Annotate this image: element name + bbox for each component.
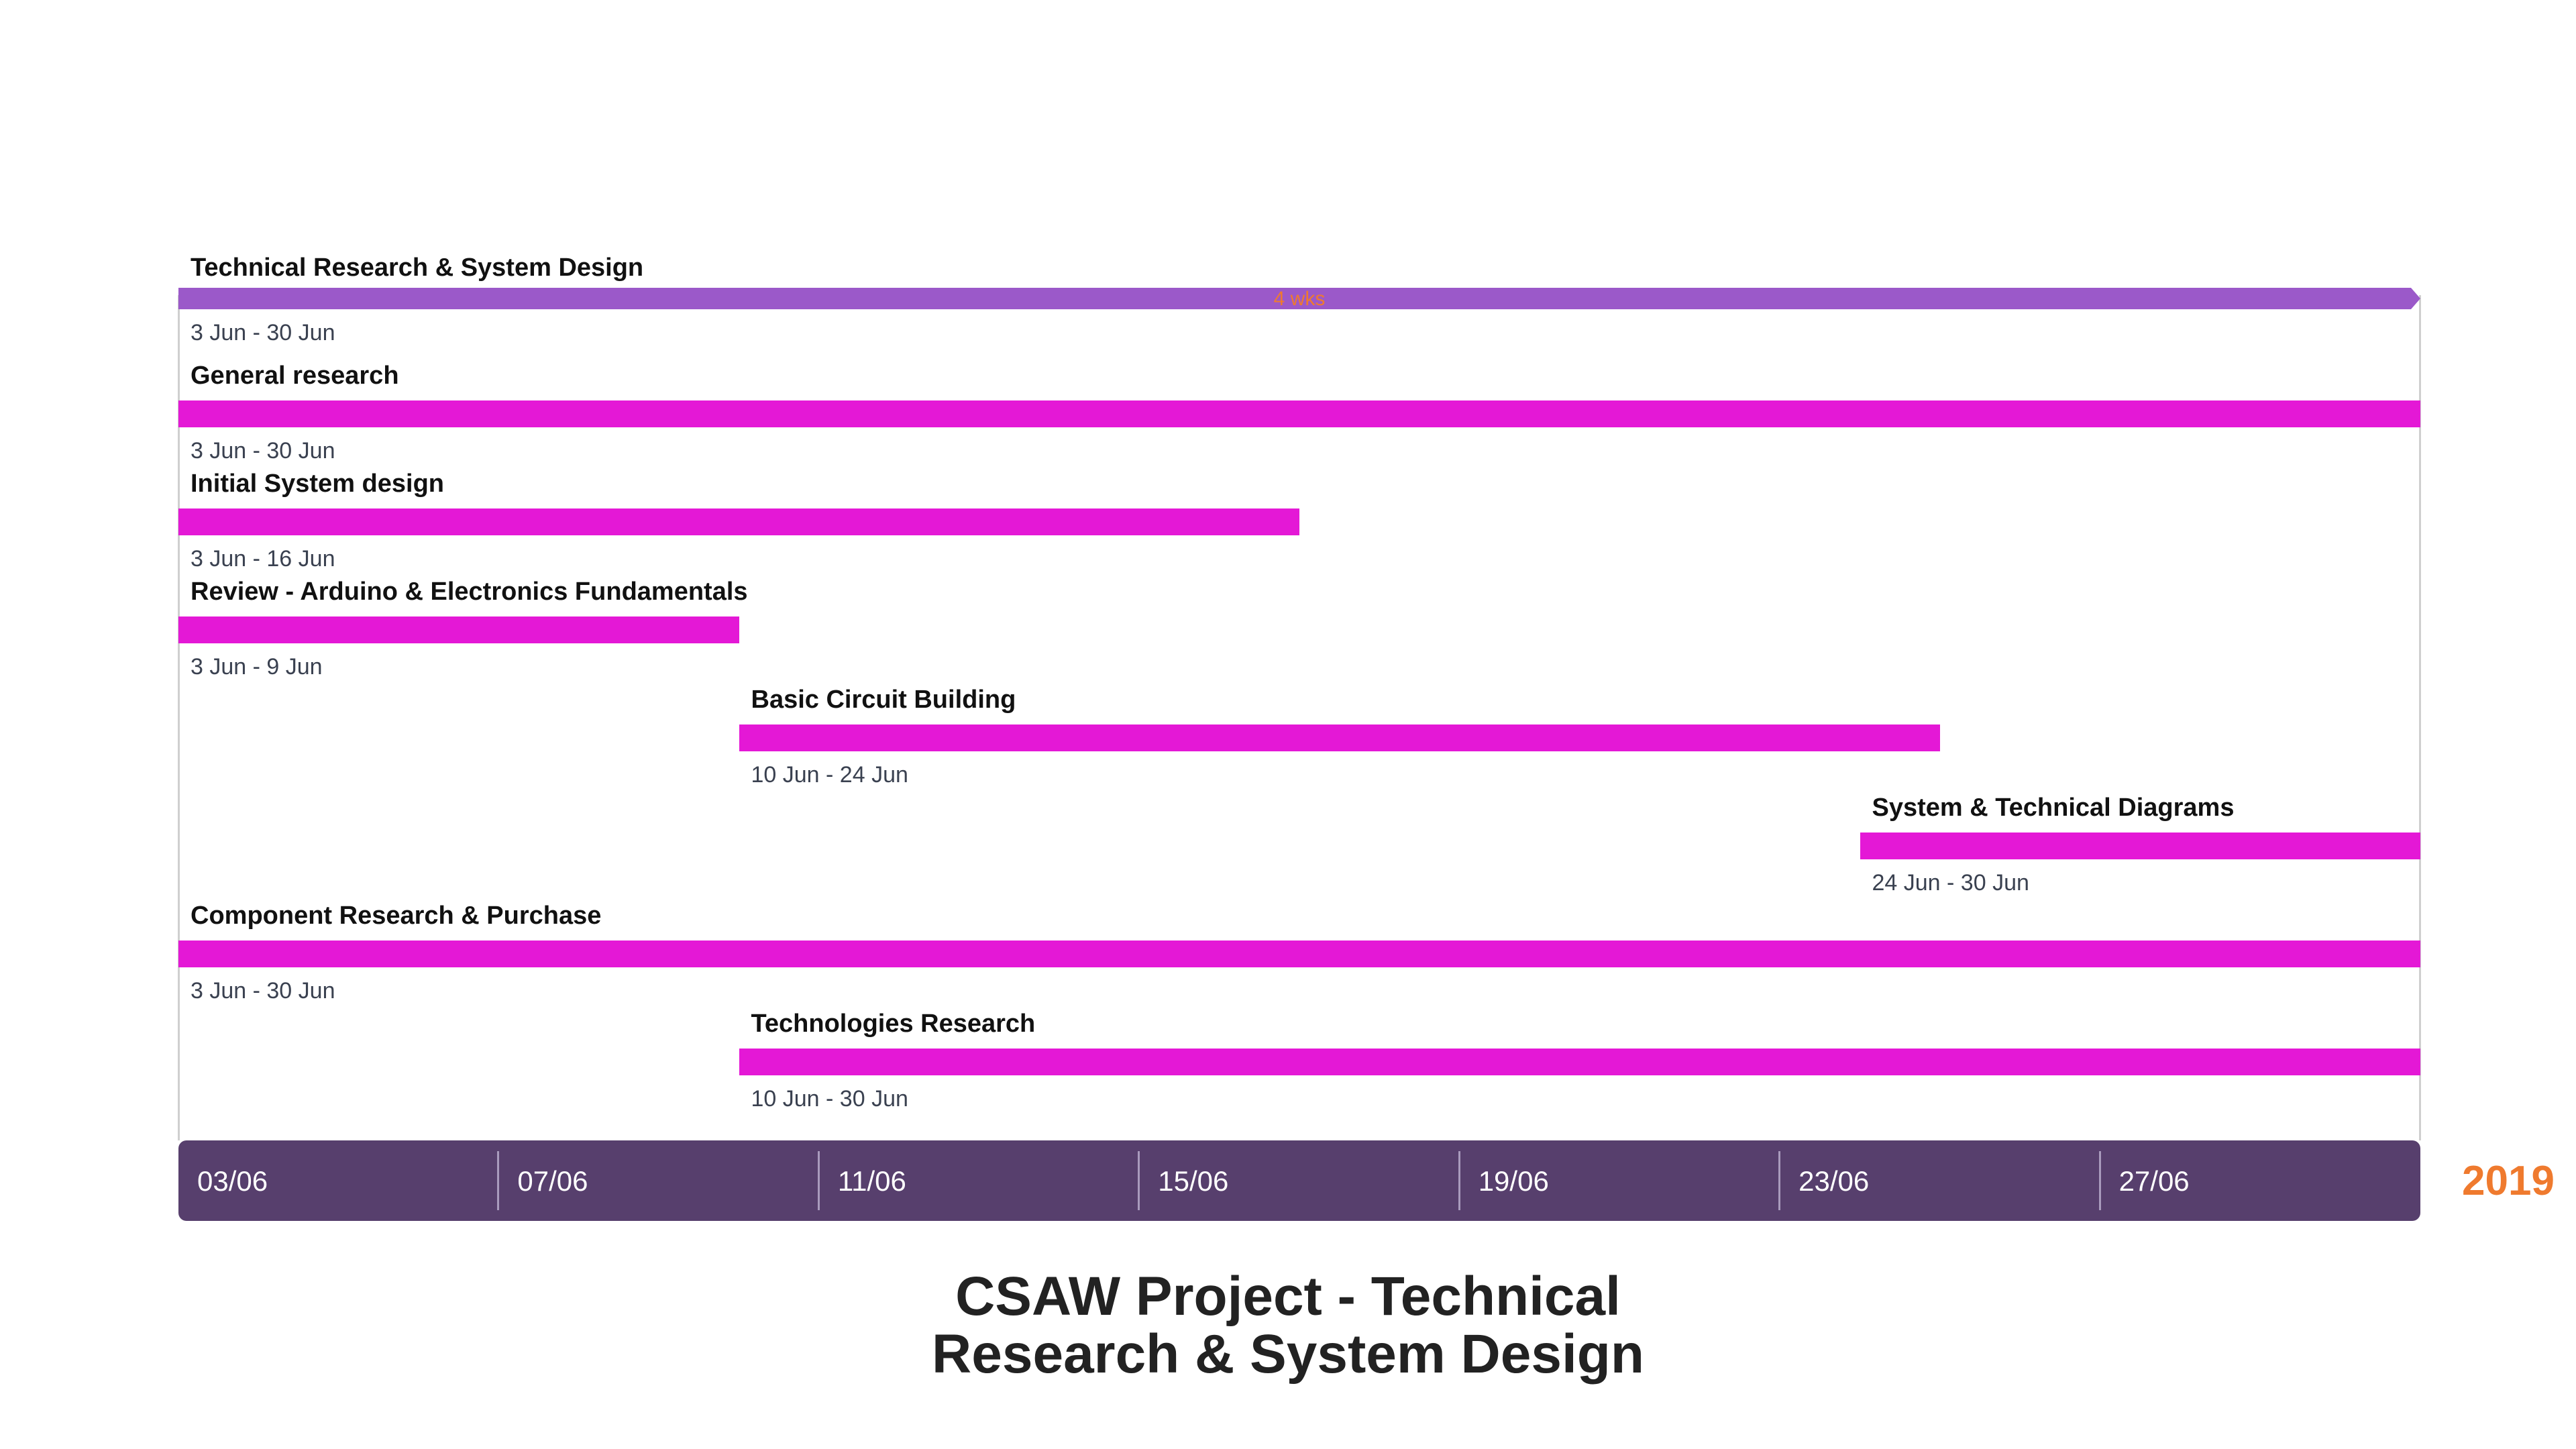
year-label: 2019 (2462, 1158, 2555, 1204)
chart-title: CSAW Project - Technical Research & Syst… (0, 1266, 2576, 1385)
axis-tick-label: 23/06 (1799, 1165, 1870, 1197)
task-date-range: 3 Jun - 30 Jun (191, 320, 335, 345)
task-name: Initial System design (191, 470, 444, 498)
task-name: Basic Circuit Building (751, 686, 1016, 714)
gantt-chart: 2019 CSAW Project - Technical Research &… (0, 0, 2576, 1449)
axis-tick-label: 15/06 (1158, 1165, 1229, 1197)
axis-tick-label: 19/06 (1478, 1165, 1549, 1197)
timeline-axis-band (178, 1140, 2420, 1221)
task-date-range: 3 Jun - 30 Jun (191, 438, 335, 464)
task-date-range: 24 Jun - 30 Jun (1872, 870, 2029, 896)
axis-tick-separator (1778, 1151, 1781, 1210)
task-name: Review - Arduino & Electronics Fundament… (191, 578, 748, 606)
task-bar (178, 400, 2420, 427)
axis-tick-separator (1458, 1151, 1460, 1210)
task-name: System & Technical Diagrams (1872, 794, 2235, 822)
task-name: General research (191, 362, 399, 390)
chart-title-line-1: CSAW Project - Technical (955, 1266, 1621, 1327)
task-bar (739, 1049, 2420, 1075)
axis-tick-separator (1138, 1151, 1140, 1210)
task-date-range: 10 Jun - 24 Jun (751, 762, 908, 788)
axis-tick-label: 27/06 (2118, 1165, 2190, 1197)
task-name: Component Research & Purchase (191, 902, 602, 930)
task-date-range: 3 Jun - 9 Jun (191, 654, 323, 680)
task-bar (1860, 833, 2420, 859)
axis-tick-separator (497, 1151, 500, 1210)
axis-tick-label: 03/06 (197, 1165, 268, 1197)
task-name: Technologies Research (751, 1010, 1036, 1038)
task-name: Technical Research & System Design (191, 254, 644, 282)
axis-tick-separator (2098, 1151, 2101, 1210)
chart-title-line-2: Research & System Design (932, 1324, 1644, 1385)
duration-label: 4 wks (1273, 288, 1326, 310)
task-bar (178, 616, 739, 643)
axis-tick-label: 11/06 (837, 1165, 906, 1197)
axis-tick-label: 07/06 (517, 1165, 588, 1197)
task-date-range: 3 Jun - 16 Jun (191, 546, 335, 572)
task-bar (178, 508, 1299, 535)
task-bar (739, 724, 1940, 751)
task-date-range: 3 Jun - 30 Jun (191, 978, 335, 1004)
task-bar (178, 941, 2420, 967)
task-date-range: 10 Jun - 30 Jun (751, 1086, 908, 1112)
axis-tick-separator (817, 1151, 820, 1210)
